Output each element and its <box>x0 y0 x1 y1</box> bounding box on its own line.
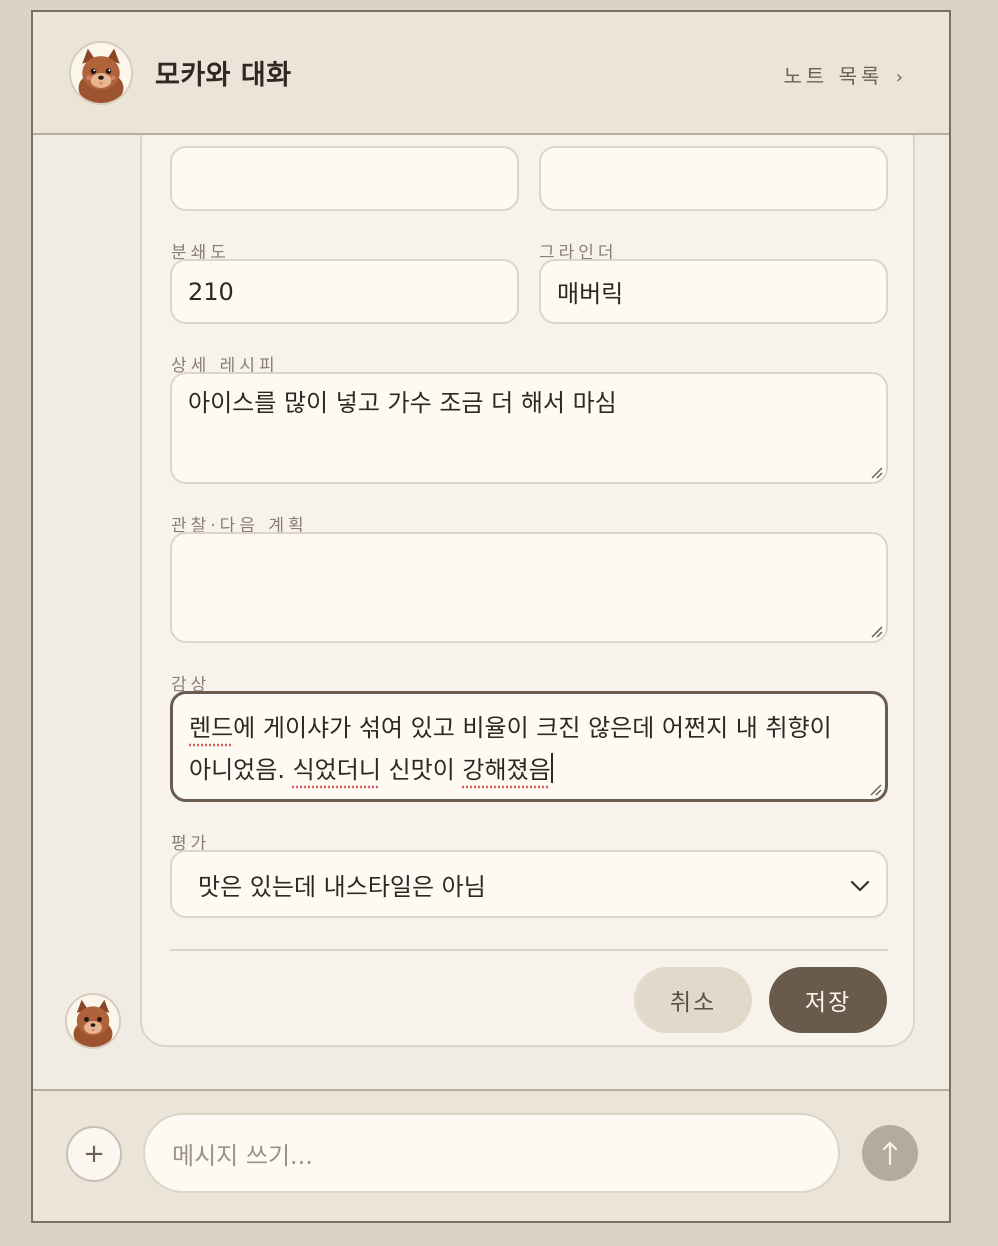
tasting-text-segment: 강해졌음 <box>462 756 551 784</box>
tasting-scrolled-line <box>189 694 869 704</box>
resize-grip-icon[interactable] <box>868 782 882 796</box>
tasting-text-segment: 신맛이 <box>380 756 463 784</box>
message-input[interactable]: 메시지 쓰기... <box>143 1113 840 1193</box>
send-button[interactable] <box>862 1125 918 1181</box>
rating-value: 맛은 있는데 내스타일은 아님 <box>198 872 486 901</box>
top-right-field[interactable] <box>539 146 888 211</box>
tasting-text-segment: 렌드 <box>189 714 234 742</box>
observation-textarea[interactable] <box>170 532 888 643</box>
tasting-text-segment: 아니었음. <box>189 756 293 784</box>
grind-value: 210 <box>188 277 234 306</box>
chat-window: 모카와 대화 노트 목록 › 분쇄도 210 그라인더 매버릭 상세 레시피 아… <box>31 10 951 1223</box>
chat-header: 모카와 대화 노트 목록 › <box>33 12 949 135</box>
notes-list-link[interactable]: 노트 목록 › <box>783 60 903 89</box>
message-avatar <box>65 993 121 1049</box>
message-composer: + 메시지 쓰기... <box>33 1089 949 1221</box>
chat-messages[interactable]: 분쇄도 210 그라인더 매버릭 상세 레시피 아이스를 많이 넣고 가수 조금… <box>33 135 949 1089</box>
tasting-line: 아니었음. 식었더니 신맛이 강해졌음 <box>189 749 869 791</box>
save-button[interactable]: 저장 <box>769 967 887 1033</box>
message-placeholder: 메시지 쓰기... <box>172 1141 313 1170</box>
chevron-right-icon: › <box>895 67 903 88</box>
resize-grip-icon[interactable] <box>869 465 883 479</box>
cancel-button[interactable]: 취소 <box>634 967 752 1033</box>
dog-avatar-icon <box>71 43 131 103</box>
form-divider <box>170 949 888 951</box>
resize-grip-icon[interactable] <box>869 624 883 638</box>
tasting-line: 렌드에 게이샤가 섞여 있고 비율이 크진 않은데 어쩐지 내 취향이 <box>189 707 869 749</box>
notes-link-label: 노트 목록 <box>783 64 884 88</box>
text-caret <box>550 753 553 783</box>
rating-select[interactable]: 맛은 있는데 내스타일은 아님 <box>170 850 888 918</box>
arrow-up-icon <box>882 1141 898 1166</box>
dog-avatar-icon <box>67 995 119 1047</box>
recipe-textarea[interactable]: 아이스를 많이 넣고 가수 조금 더 해서 마심 <box>170 372 888 484</box>
avatar <box>69 41 133 105</box>
tasting-textarea[interactable]: 렌드에 게이샤가 섞여 있고 비율이 크진 않은데 어쩐지 내 취향이 아니었음… <box>170 691 888 802</box>
tasting-text-segment: 식었더니 <box>292 756 381 784</box>
grinder-value: 매버릭 <box>557 280 624 308</box>
chevron-down-icon <box>850 870 870 898</box>
grind-input[interactable]: 210 <box>170 259 519 324</box>
tasting-text-segment: 에 게이샤가 섞여 있고 비율이 크진 않은데 어쩐지 내 취향이 <box>233 714 832 742</box>
recipe-value: 아이스를 많이 넣고 가수 조금 더 해서 마심 <box>188 389 617 417</box>
top-left-field[interactable] <box>170 146 519 211</box>
plus-icon: + <box>83 1139 105 1169</box>
page-title: 모카와 대화 <box>155 60 292 91</box>
grinder-input[interactable]: 매버릭 <box>539 259 888 324</box>
add-attachment-button[interactable]: + <box>66 1126 122 1182</box>
